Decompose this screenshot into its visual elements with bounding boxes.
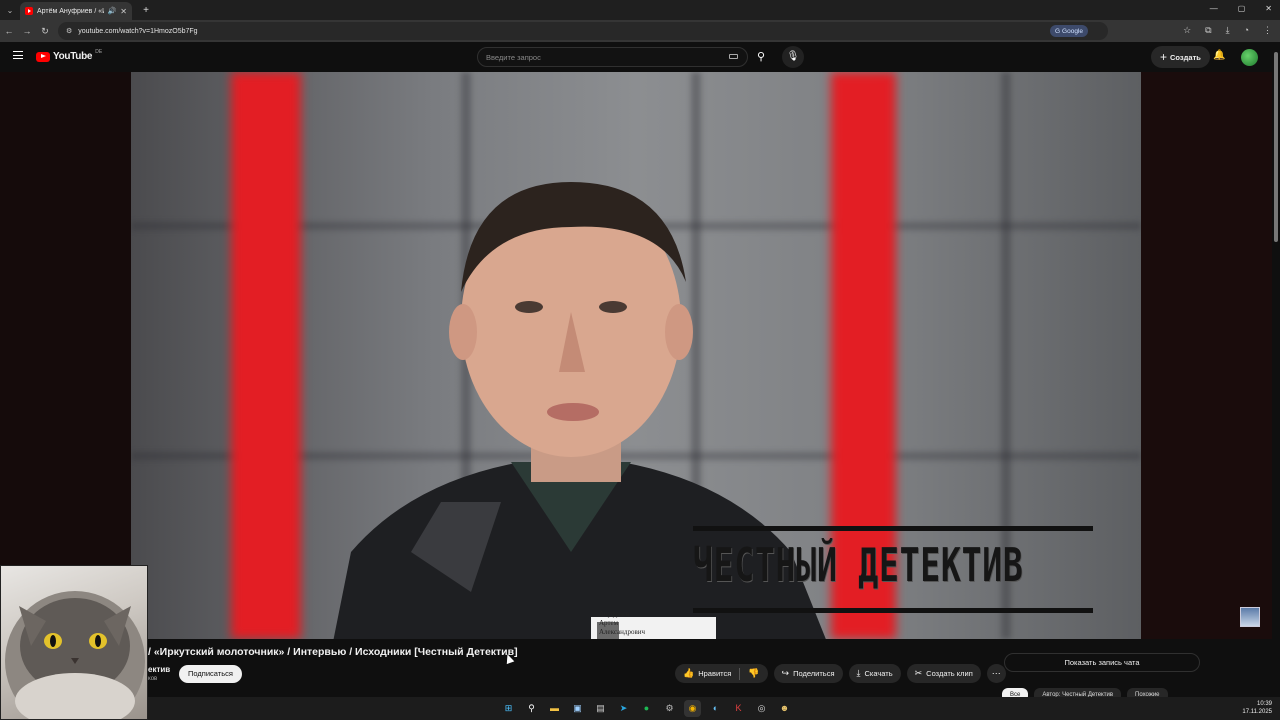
- tab-title: Артём Ануфриев / «Ирку: [37, 7, 104, 15]
- video-actions: 👍 Нравится 👎 ↪ Поделиться ⤓ Скачать ✂ Со…: [675, 664, 1006, 683]
- google-label: Google: [1062, 27, 1083, 35]
- chrome-icon[interactable]: ◉: [684, 700, 701, 717]
- subscriber-count: ков: [148, 676, 158, 682]
- create-label: Создать: [1170, 52, 1201, 62]
- browser-tab-active[interactable]: Артём Ануфриев / «Ирку 🔊 ✕: [20, 2, 132, 20]
- browser-toolbar: ← → ↻ ⚙ youtube.com/watch?v=1HmozO5b7Fg …: [0, 20, 1280, 42]
- channel-watermark: ЧЕСТНЫЙ ДЕТЕКТИВ: [693, 524, 1093, 616]
- google-icon: G: [1054, 27, 1061, 35]
- cat-image: [5, 591, 145, 719]
- telegram-icon[interactable]: ➤: [615, 700, 632, 717]
- youtube-favicon-icon: [25, 7, 33, 15]
- app-k-icon[interactable]: K: [730, 700, 747, 717]
- scissors-icon: ✂: [914, 668, 923, 678]
- downloads-icon[interactable]: ⤓: [1226, 25, 1230, 36]
- tab-search-icon[interactable]: ⌄: [0, 6, 20, 15]
- close-window-button[interactable]: ✕: [1265, 4, 1272, 13]
- back-icon[interactable]: ←: [0, 26, 18, 36]
- app-emoji-icon[interactable]: ☻: [776, 700, 793, 717]
- share-label: Поделиться: [793, 669, 835, 678]
- user-avatar[interactable]: [1241, 49, 1258, 66]
- video-player[interactable]: Ануфриев Артем Александрович ЧЕСТНЫЙ ДЕТ…: [0, 72, 1272, 639]
- video-frame[interactable]: Ануфриев Артем Александрович ЧЕСТНЫЙ ДЕТ…: [131, 72, 1141, 639]
- menu-icon[interactable]: [13, 51, 23, 59]
- system-clock[interactable]: 10:39 17.11.2025: [1242, 700, 1272, 716]
- tab-close-icon[interactable]: ✕: [120, 7, 127, 16]
- windows-start-icon[interactable]: ⊞: [500, 700, 517, 717]
- search-input[interactable]: Введите запрос: [477, 47, 748, 67]
- download-button[interactable]: ⤓ Скачать: [848, 664, 901, 683]
- channel-name[interactable]: ектив: [148, 665, 170, 674]
- thumbs-down-icon: 👎: [748, 668, 760, 678]
- youtube-wordmark: YouTube: [53, 51, 93, 62]
- screen-capture-icon[interactable]: ▣: [569, 700, 586, 717]
- google-lens-pill[interactable]: G Google: [1049, 25, 1088, 37]
- player-letterbox-left: [0, 72, 131, 639]
- notifications-bell-icon[interactable]: 🔔: [1213, 50, 1225, 61]
- forward-icon[interactable]: →: [18, 26, 36, 36]
- new-tab-button[interactable]: +: [138, 5, 154, 16]
- microphone-icon[interactable]: 🎙: [782, 46, 804, 68]
- scrollbar-thumb[interactable]: [1274, 52, 1278, 242]
- url-text: youtube.com/watch?v=1HmozO5b7Fg: [78, 27, 198, 35]
- share-icon: ↪: [781, 668, 790, 678]
- like-dislike-group: 👍 Нравится 👎: [675, 664, 768, 683]
- like-label: Нравится: [698, 669, 732, 678]
- steam-icon[interactable]: ◐: [707, 700, 724, 717]
- taskbar-apps: ⊞ ⚲ ▬ ▣ ▤ ➤ ● ⚙ ◉ ◐ K ◎ ☻: [500, 700, 793, 717]
- channel-branding-icon[interactable]: [1240, 607, 1260, 627]
- obs-icon[interactable]: ◎: [753, 700, 770, 717]
- extensions-icon[interactable]: ⧉: [1205, 25, 1211, 36]
- bookmark-star-icon[interactable]: ☆: [1183, 25, 1191, 36]
- player-letterbox-right: [1141, 72, 1272, 639]
- badge-line: Артем: [599, 619, 619, 627]
- browser-tabstrip: ⌄ Артём Ануфриев / «Ирку 🔊 ✕ + — ▢ ✕: [0, 0, 1280, 20]
- youtube-logo[interactable]: YouTube DE: [36, 48, 103, 62]
- profile-icon[interactable]: ◔: [1244, 25, 1249, 36]
- region-code: DE: [95, 48, 103, 55]
- browser-extension-tools: ☆ ⧉ ⤓ ◔ ⋮: [1183, 25, 1272, 36]
- share-button[interactable]: ↪ Поделиться: [773, 664, 843, 683]
- badge-line: Александрович: [599, 628, 646, 636]
- video-title: / «Иркутский молоточник» / Интервью / Ис…: [148, 646, 518, 658]
- clock-date: 17.11.2025: [1242, 709, 1272, 715]
- minimize-button[interactable]: —: [1210, 4, 1218, 13]
- youtube-header: YouTube DE Введите запрос ⚲ 🎙 + Создать …: [0, 42, 1280, 72]
- clock-time: 10:39: [1256, 701, 1272, 707]
- dislike-button[interactable]: 👎: [740, 664, 767, 683]
- windows-taskbar: ⊞ ⚲ ▬ ▣ ▤ ➤ ● ⚙ ◉ ◐ K ◎ ☻ 10:39 17.11.20…: [148, 697, 1280, 720]
- watermark-rule-bottom: [693, 608, 1093, 613]
- speaker-icon[interactable]: 🔊: [108, 7, 117, 15]
- search-button[interactable]: ⚲: [748, 47, 774, 67]
- youtube-play-icon: [36, 51, 50, 62]
- watermark-text: ЧЕСТНЫЙ ДЕТЕКТИВ: [693, 538, 1024, 592]
- address-bar[interactable]: ⚙ youtube.com/watch?v=1HmozO5b7Fg G Googl…: [58, 22, 1108, 40]
- create-button[interactable]: + Создать: [1151, 46, 1210, 68]
- store-icon[interactable]: ▤: [592, 700, 609, 717]
- settings-app-icon[interactable]: ⚙: [661, 700, 678, 717]
- clip-button[interactable]: ✂ Создать клип: [906, 664, 981, 683]
- site-info-icon[interactable]: ⚙: [66, 27, 72, 35]
- watermark-rule-top: [693, 526, 1093, 531]
- show-chat-replay-button[interactable]: Показать запись чата: [1004, 653, 1200, 672]
- keyboard-icon[interactable]: [729, 54, 738, 59]
- window-controls: — ▢ ✕: [1210, 4, 1272, 13]
- search-icon[interactable]: ⚲: [523, 700, 540, 717]
- spotify-icon[interactable]: ●: [638, 700, 655, 717]
- reload-icon[interactable]: ↻: [36, 26, 54, 37]
- subscribe-button[interactable]: Подписаться: [179, 665, 242, 683]
- thumbs-up-icon: 👍: [683, 668, 695, 678]
- webcam-overlay: [0, 565, 148, 720]
- maximize-button[interactable]: ▢: [1238, 4, 1246, 13]
- like-button[interactable]: 👍 Нравится: [675, 664, 739, 683]
- clip-label: Создать клип: [926, 669, 973, 678]
- download-label: Скачать: [864, 669, 893, 678]
- browser-menu-icon[interactable]: ⋮: [1263, 25, 1272, 36]
- more-actions-icon[interactable]: ⋯: [986, 664, 1006, 683]
- file-explorer-icon[interactable]: ▬: [546, 700, 563, 717]
- page-scrollbar[interactable]: [1272, 42, 1280, 697]
- download-icon: ⤓: [856, 668, 861, 678]
- plus-icon: +: [1160, 50, 1168, 64]
